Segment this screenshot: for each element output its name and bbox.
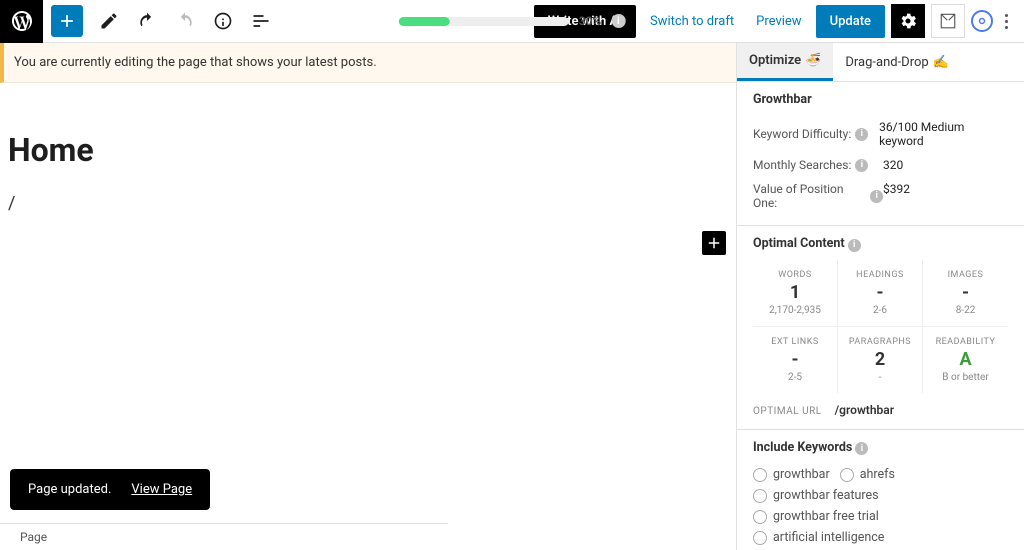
notice-text: You are currently editing the page that … — [14, 55, 377, 70]
panel-toggle-button[interactable] — [931, 4, 965, 38]
monthly-searches-row: Monthly Searches:i 320 — [753, 153, 1008, 177]
growthbar-section: Growthbar Keyword Difficulty:i 36/100 Me… — [737, 82, 1024, 226]
info-icon[interactable]: i — [870, 190, 883, 203]
toast-message: Page updated. — [28, 482, 111, 497]
preview-link[interactable]: Preview — [748, 8, 809, 35]
undo-button[interactable] — [129, 3, 165, 39]
progress-percent: 30% — [579, 14, 602, 28]
optimal-content-heading: Optimal Content i — [753, 236, 1008, 252]
redo-button[interactable] — [167, 3, 203, 39]
wp-logo[interactable] — [0, 0, 43, 43]
optimal-url-row: OPTIMAL URL /growthbar — [753, 393, 1008, 419]
page-title[interactable]: Home — [8, 131, 728, 169]
metric-ext-links: EXT LINKS-2-5 — [753, 327, 838, 393]
tab-dragdrop[interactable]: Drag-and-Drop✍️ — [833, 43, 961, 81]
add-block-button[interactable] — [51, 5, 83, 37]
settings-button[interactable] — [891, 4, 925, 38]
metric-readability: READABILITYAB or better — [923, 327, 1008, 393]
metric-headings: HEADINGS-2-6 — [838, 260, 923, 327]
info-button[interactable] — [205, 3, 241, 39]
optimal-content-section: Optimal Content i WORDS12,170-2,935HEADI… — [737, 226, 1024, 430]
switch-draft-link[interactable]: Switch to draft — [642, 8, 742, 35]
progress-indicator: 30% i — [399, 14, 626, 28]
info-icon[interactable]: i — [855, 128, 868, 141]
edit-tool-button[interactable] — [91, 3, 127, 39]
info-icon[interactable]: i — [848, 239, 861, 252]
toolbar-tools — [91, 3, 279, 39]
notice-banner: You are currently editing the page that … — [0, 43, 736, 83]
toast-link[interactable]: View Page — [131, 482, 192, 497]
keyword-difficulty-row: Keyword Difficulty:i 36/100 Medium keywo… — [753, 115, 1008, 153]
info-icon[interactable]: i — [855, 159, 868, 172]
metric-paragraphs: PARAGRAPHS2- — [838, 327, 923, 393]
breadcrumb[interactable]: Page — [20, 530, 47, 544]
metric-images: IMAGES-8-22 — [923, 260, 1008, 327]
keyword-option[interactable]: growthbar features — [753, 488, 879, 503]
breadcrumb-footer: Page — [0, 523, 448, 550]
progress-info-icon[interactable]: i — [611, 14, 625, 28]
bowl-icon: 🍜 — [805, 53, 821, 68]
keyword-option[interactable]: growthbar free trial — [753, 509, 879, 524]
radio-icon — [753, 531, 767, 545]
tab-optimize[interactable]: Optimize🍜 — [737, 43, 833, 81]
plugin-icon[interactable] — [971, 10, 993, 32]
keyword-option[interactable]: ahrefs — [840, 467, 895, 482]
update-button[interactable]: Update — [816, 5, 885, 38]
info-icon[interactable]: i — [855, 442, 868, 455]
block-placeholder[interactable]: / — [8, 193, 728, 214]
include-keywords-heading: Include Keywords i — [753, 440, 1008, 456]
radio-icon — [753, 489, 767, 503]
sidebar-tabs: Optimize🍜 Drag-and-Drop✍️ — [737, 43, 1024, 82]
radio-icon — [753, 510, 767, 524]
radio-icon — [840, 468, 854, 482]
keyword-option[interactable]: artificial intelligence — [753, 530, 884, 545]
outline-button[interactable] — [243, 3, 279, 39]
inline-add-button[interactable] — [702, 231, 726, 255]
radio-icon — [753, 468, 767, 482]
pencil-icon: ✍️ — [933, 55, 949, 70]
include-keywords-section: Include Keywords i growthbar ahrefs growth… — [737, 430, 1024, 550]
toast-notification: Page updated. View Page — [10, 469, 210, 510]
keyword-option[interactable]: growthbar — [753, 467, 830, 482]
top-toolbar: 30% i Write with AI Switch to draft Prev… — [0, 0, 1024, 43]
editor-canvas[interactable]: You are currently editing the page that … — [0, 43, 736, 550]
settings-sidebar: Optimize🍜 Drag-and-Drop✍️ Growthbar Keyw… — [736, 43, 1024, 550]
main-area: You are currently editing the page that … — [0, 43, 1024, 550]
value-position-row: Value of Position One:i $392 — [753, 177, 1008, 215]
metric-words: WORDS12,170-2,935 — [753, 260, 838, 327]
more-menu[interactable] — [999, 14, 1014, 29]
growthbar-heading: Growthbar — [753, 92, 1008, 107]
